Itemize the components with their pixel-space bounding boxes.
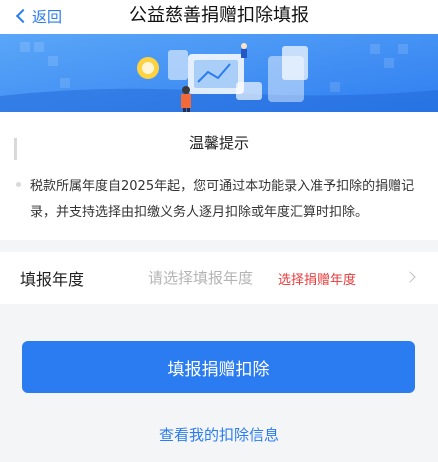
year-placeholder: 请选择填报年度	[148, 269, 254, 287]
year-required-hint: 选择捐赠年度	[278, 273, 357, 288]
notice-body: 税款所属年度自2025年起，您可通过本功能录入准予扣除的捐赠记录，并支持选择由扣…	[30, 179, 415, 220]
submit-donation-button[interactable]: 填报捐赠扣除	[22, 341, 415, 393]
section-divider	[0, 240, 438, 252]
notice-title: 温馨提示	[188, 134, 249, 152]
navigation-bar: 返回 公益慈善捐赠扣除填报	[0, 0, 438, 34]
banner-illustration	[0, 34, 438, 112]
page-title: 公益慈善捐赠扣除填报	[129, 5, 309, 26]
bullet-icon	[16, 182, 21, 187]
view-deductions-link[interactable]: 查看我的扣除信息	[0, 424, 438, 445]
year-label: 填报年度	[20, 270, 85, 289]
banner-illustration-graphic	[0, 34, 438, 112]
year-select-row[interactable]: 填报年度 请选择填报年度 选择捐赠年度	[0, 252, 438, 304]
chevron-right-icon	[404, 271, 416, 283]
notice-card: 温馨提示 税款所属年度自2025年起，您可通过本功能录入准予扣除的捐赠记录，并支…	[0, 112, 438, 240]
